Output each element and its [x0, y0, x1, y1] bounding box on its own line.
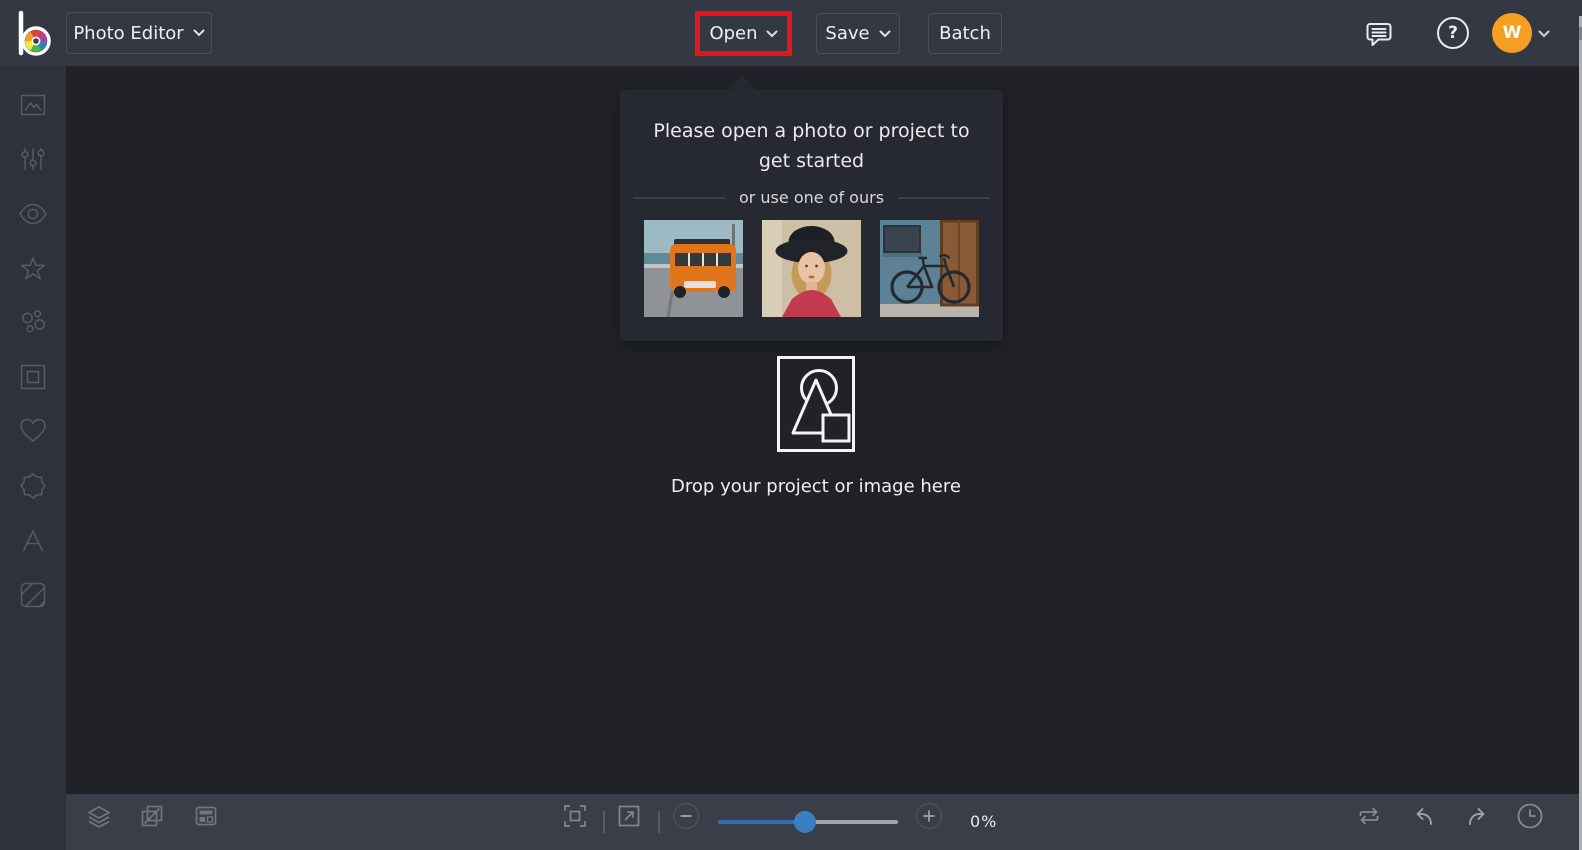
image-placeholder-icon [777, 356, 855, 452]
frame-icon [20, 364, 46, 390]
photo-icon [20, 94, 46, 116]
editor-canvas: Please open a photo or project to get st… [66, 66, 1582, 794]
actual-size-icon [618, 805, 640, 827]
sidebar-tool-graphics[interactable] [15, 468, 51, 504]
zoom-slider[interactable] [718, 811, 898, 833]
actual-size-button[interactable] [615, 802, 643, 830]
open-button[interactable]: Open [709, 23, 778, 44]
fit-to-screen-button[interactable] [561, 802, 589, 830]
undo-icon [1416, 808, 1432, 825]
sidebar-tool-artsy[interactable] [15, 305, 51, 341]
account-avatar[interactable]: W [1492, 13, 1532, 53]
chevron-down-icon [766, 30, 778, 37]
bubbles-icon [22, 310, 46, 333]
chevron-down-icon [193, 29, 205, 37]
sliders-icon [21, 148, 45, 170]
feedback-button[interactable] [1360, 15, 1398, 53]
top-toolbar: Photo Editor Open Save Batch ? W [0, 0, 1582, 66]
panel-icon [195, 806, 217, 826]
help-button[interactable]: ? [1437, 17, 1469, 49]
bicycle-photo [880, 220, 979, 317]
divider-line [632, 196, 725, 199]
text-icon [22, 530, 44, 552]
toolbar-divider [658, 811, 660, 833]
orange-van-photo [644, 220, 743, 317]
compare-button[interactable] [1355, 802, 1383, 830]
zoom-out-icon [672, 802, 700, 830]
chevron-down-icon [879, 30, 891, 37]
dropzone-icon [777, 356, 855, 452]
tools-sidebar [0, 66, 66, 850]
mode-selector-button[interactable]: Photo Editor [66, 12, 212, 54]
question-mark-icon: ? [1448, 23, 1458, 43]
history-clock-icon [1517, 803, 1543, 829]
sidebar-tool-overlays[interactable] [15, 413, 51, 449]
toolbar-divider [603, 811, 605, 833]
zoom-in-button[interactable] [915, 802, 943, 830]
batch-button-label: Batch [939, 23, 991, 44]
sample-thumbnail-portrait[interactable] [762, 220, 861, 317]
sample-images-row [620, 220, 1003, 317]
zoom-value-label: 0% [970, 812, 998, 831]
zoom-out-button[interactable] [672, 802, 700, 830]
compare-icon [1359, 807, 1379, 825]
popover-caret [727, 75, 757, 90]
woman-in-hat-photo [762, 220, 861, 317]
sidebar-tool-frames[interactable] [15, 359, 51, 395]
divider-line [898, 196, 991, 199]
save-button-label: Save [825, 23, 870, 44]
popover-title: Please open a photo or project to get st… [653, 120, 970, 172]
redo-icon [1469, 808, 1485, 825]
sample-thumbnail-bicycle[interactable] [880, 220, 979, 317]
zoom-slider-fill [718, 820, 805, 824]
open-button-label: Open [709, 23, 758, 44]
sidebar-tool-touchup[interactable] [15, 196, 51, 232]
popover-divider: or use one of ours [620, 188, 1003, 207]
zoom-slider-handle[interactable] [794, 811, 816, 833]
avatar-initial: W [1502, 23, 1522, 43]
chevron-down-icon [1538, 30, 1550, 38]
layers-button[interactable] [85, 802, 113, 830]
resize-icon [141, 805, 163, 827]
zoom-in-icon [915, 802, 943, 830]
heart-icon [20, 418, 46, 442]
sample-thumbnail-van[interactable] [644, 220, 743, 317]
redo-button[interactable] [1463, 802, 1491, 830]
undo-button[interactable] [1410, 802, 1438, 830]
layers-icon [88, 806, 110, 828]
sidebar-tool-text[interactable] [15, 523, 51, 559]
sidebar-tool-textures[interactable] [15, 577, 51, 613]
account-menu-button[interactable] [1538, 30, 1550, 38]
open-button-annotation: Open [695, 11, 792, 56]
eye-icon [19, 203, 47, 225]
popover-subtitle: or use one of ours [738, 188, 885, 207]
befunky-logo[interactable] [12, 8, 56, 60]
sidebar-tool-effects[interactable] [15, 251, 51, 287]
canvas-resize-button[interactable] [138, 802, 166, 830]
mode-selector-label: Photo Editor [73, 22, 184, 44]
befunky-logo-icon [18, 10, 51, 56]
sidebar-tool-adjust[interactable] [15, 141, 51, 177]
panel-layout-button[interactable] [192, 802, 220, 830]
save-button[interactable]: Save [816, 13, 900, 54]
fit-screen-icon [564, 805, 586, 827]
history-button[interactable] [1516, 802, 1544, 830]
bottom-toolbar: 0% [66, 794, 1582, 850]
comment-bubble-icon [1366, 23, 1392, 46]
get-started-popover: Please open a photo or project to get st… [620, 90, 1003, 341]
batch-button[interactable]: Batch [928, 13, 1002, 54]
texture-icon [20, 582, 46, 608]
star-icon [20, 257, 46, 280]
dropzone-label: Drop your project or image here [671, 476, 961, 497]
badge-icon [20, 473, 46, 499]
sidebar-tool-edit[interactable] [15, 87, 51, 123]
